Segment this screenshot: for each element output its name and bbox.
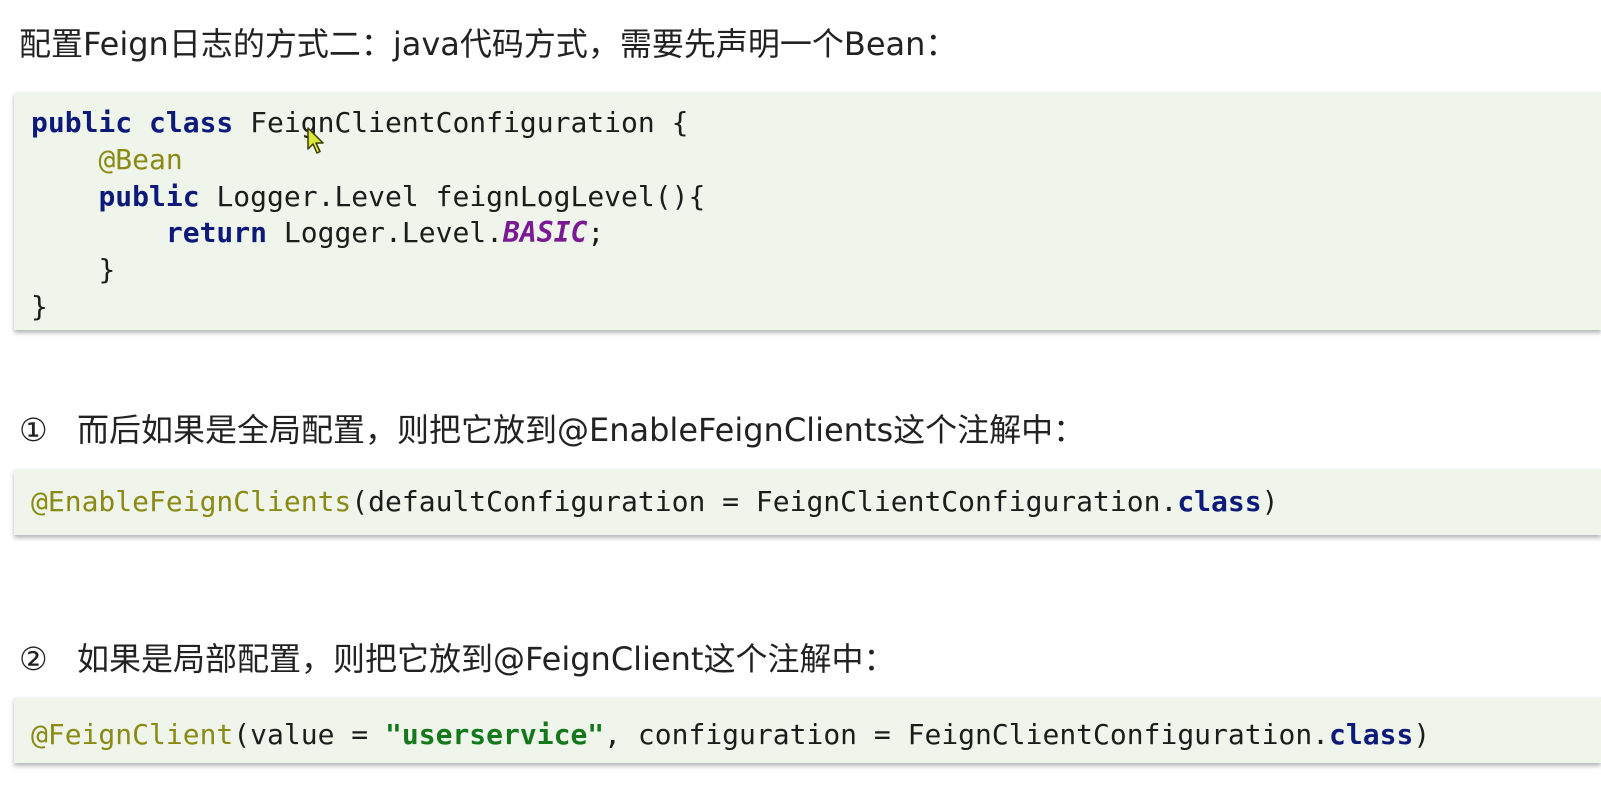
code-text-segment: ) <box>1413 718 1431 751</box>
page-heading: 配置Feign日志的方式二：java代码方式，需要先声明一个Bean： <box>19 25 958 63</box>
code-constant: BASIC <box>503 216 588 250</box>
code-keyword: public class <box>31 106 234 139</box>
code-text: @EnableFeignClients(defaultConfiguration… <box>14 469 1601 535</box>
code-text-segment: } <box>98 253 116 287</box>
code-text: public class FeignClientConfiguration { … <box>14 92 1601 326</box>
local-config-text: 如果是局部配置，则把它放到@FeignClient这个注解中： <box>77 640 896 678</box>
global-config-text: 而后如果是全局配置，则把它放到@EnableFeignClients这个注解中： <box>77 411 1086 449</box>
code-string: "userservice" <box>385 718 605 751</box>
config-class-code-block: public class FeignClientConfiguration { … <box>14 92 1601 330</box>
code-text-segment: Logger.Level. <box>267 216 504 250</box>
code-keyword: class <box>1177 485 1262 518</box>
global-config-paragraph: ① 而后如果是全局配置，则把它放到@EnableFeignClients这个注解中… <box>19 408 1085 452</box>
code-text-segment: , configuration = FeignClientConfigurati… <box>604 718 1330 751</box>
circled-number-one: ① <box>19 411 48 449</box>
code-text-segment: ) <box>1261 485 1279 518</box>
code-text-segment: FeignClientConfiguration { <box>233 106 689 139</box>
global-config-code-block: @EnableFeignClients(defaultConfiguration… <box>14 469 1601 535</box>
code-keyword: public <box>98 179 200 213</box>
code-text-segment: (value = <box>233 718 386 751</box>
code-text: @FeignClient(value = "userservice", conf… <box>14 697 1601 773</box>
code-text-segment: (defaultConfiguration = FeignClientConfi… <box>351 485 1178 518</box>
code-annotation: @Bean <box>98 142 183 176</box>
code-annotation: @FeignClient <box>31 718 234 751</box>
mouse-pointer-icon <box>307 127 324 154</box>
code-text-segment: Logger.Level feignLogLevel(){ <box>199 179 706 213</box>
code-text-segment: ; <box>587 216 605 250</box>
local-config-paragraph: ② 如果是局部配置，则把它放到@FeignClient这个注解中： <box>19 637 895 681</box>
circled-number-two: ② <box>19 640 48 678</box>
code-keyword: return <box>165 216 268 250</box>
code-keyword: class <box>1329 718 1414 751</box>
code-text-segment: } <box>31 289 48 323</box>
code-annotation: @EnableFeignClients <box>31 485 352 518</box>
local-config-code-block: @FeignClient(value = "userservice", conf… <box>14 697 1601 763</box>
